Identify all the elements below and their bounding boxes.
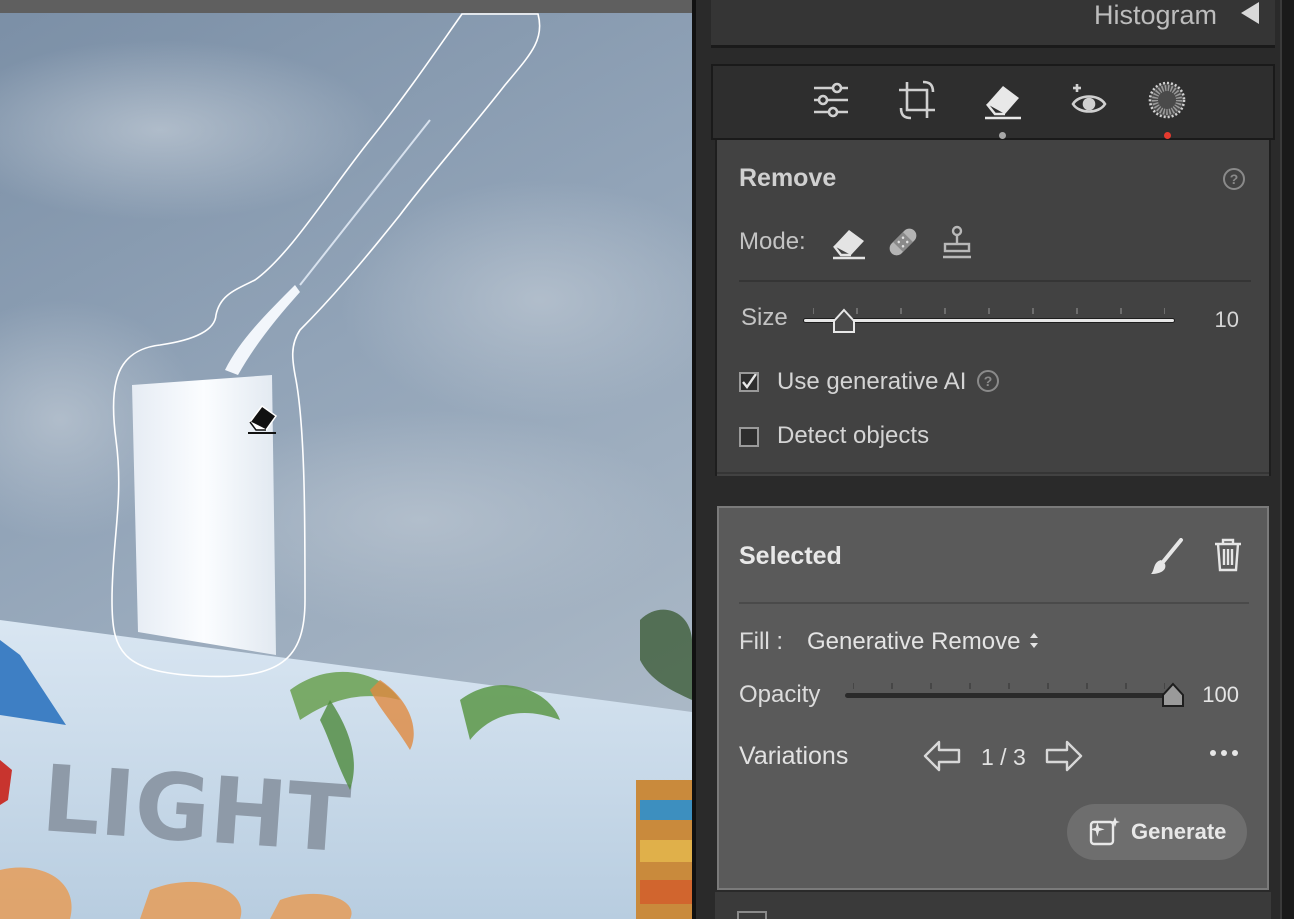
variation-count: 1 / 3 bbox=[981, 744, 1026, 770]
opacity-value[interactable]: 100 bbox=[1202, 682, 1239, 708]
fill-dropdown-chevron-icon[interactable] bbox=[1027, 630, 1041, 652]
remove-panel: Remove ? Mode: Size 10 Use generative AI… bbox=[715, 140, 1271, 476]
generate-button[interactable]: Generate bbox=[1067, 804, 1247, 860]
develop-right-panel: Histogram Remove ? Mode: Size 10 Use gen… bbox=[692, 0, 1294, 919]
remove-eraser-icon[interactable] bbox=[979, 76, 1027, 124]
canvas-top-bar bbox=[0, 0, 692, 13]
remove-title: Remove bbox=[739, 164, 837, 192]
remove-bottom-divider bbox=[717, 472, 1269, 474]
crop-icon[interactable] bbox=[893, 76, 941, 124]
selected-panel: Selected Fill : Generative Remove Opacit… bbox=[717, 506, 1269, 890]
photo-image[interactable]: LIGHT bbox=[0, 0, 692, 919]
mode-label: Mode: bbox=[739, 228, 806, 255]
masking-alert-dot bbox=[1164, 132, 1171, 139]
generative-ai-help-icon[interactable]: ? bbox=[977, 370, 999, 392]
opacity-slider-thumb[interactable] bbox=[1161, 682, 1185, 708]
brush-icon[interactable] bbox=[1149, 538, 1185, 576]
more-options-icon[interactable] bbox=[1209, 748, 1239, 758]
variations-label: Variations bbox=[739, 742, 849, 770]
size-value[interactable]: 10 bbox=[1215, 307, 1239, 333]
size-slider-thumb[interactable] bbox=[832, 308, 856, 334]
active-tool-dot bbox=[999, 132, 1006, 139]
histogram-header[interactable]: Histogram bbox=[711, 0, 1275, 48]
next-section-checkbox[interactable] bbox=[737, 911, 767, 919]
generate-label: Generate bbox=[1131, 819, 1227, 844]
selected-title: Selected bbox=[739, 542, 842, 570]
remove-help-icon[interactable]: ? bbox=[1223, 168, 1245, 190]
edit-sliders-icon[interactable] bbox=[807, 76, 855, 124]
red-eye-icon[interactable] bbox=[1065, 76, 1113, 124]
size-slider[interactable] bbox=[803, 318, 1175, 323]
opacity-label: Opacity bbox=[739, 681, 821, 708]
trash-icon[interactable] bbox=[1213, 538, 1243, 572]
generate-sparkle-icon bbox=[1089, 817, 1120, 846]
masking-icon[interactable] bbox=[1143, 76, 1191, 124]
use-generative-ai-label[interactable]: Use generative AI bbox=[777, 368, 966, 396]
fill-dropdown[interactable]: Generative Remove bbox=[807, 628, 1020, 656]
use-generative-ai-checkbox[interactable] bbox=[739, 372, 759, 392]
next-variation-arrow-icon[interactable] bbox=[1043, 740, 1083, 772]
mode-clone-stamp-icon[interactable] bbox=[937, 222, 977, 262]
selected-divider bbox=[739, 602, 1249, 604]
remove-divider bbox=[739, 280, 1251, 282]
tool-strip bbox=[711, 64, 1275, 140]
mode-heal-bandage-icon[interactable] bbox=[883, 222, 923, 262]
opacity-slider-ticks bbox=[853, 683, 1165, 689]
mode-eraser-icon[interactable] bbox=[829, 222, 869, 262]
fill-label: Fill : bbox=[739, 628, 783, 655]
previous-variation-arrow-icon[interactable] bbox=[923, 740, 963, 772]
size-slider-ticks bbox=[813, 308, 1165, 314]
opacity-slider[interactable] bbox=[845, 693, 1173, 698]
histogram-title: Histogram bbox=[1093, 0, 1217, 30]
panel-scrollbar[interactable] bbox=[1280, 0, 1294, 919]
sign-text: LIGHT bbox=[38, 745, 353, 873]
detect-objects-checkbox[interactable] bbox=[739, 427, 759, 447]
detect-objects-label[interactable]: Detect objects bbox=[777, 422, 929, 450]
size-label: Size bbox=[741, 304, 788, 331]
next-section-header bbox=[715, 892, 1271, 919]
histogram-collapse-icon[interactable] bbox=[1241, 2, 1259, 24]
photo-canvas[interactable]: LIGHT bbox=[0, 0, 692, 919]
